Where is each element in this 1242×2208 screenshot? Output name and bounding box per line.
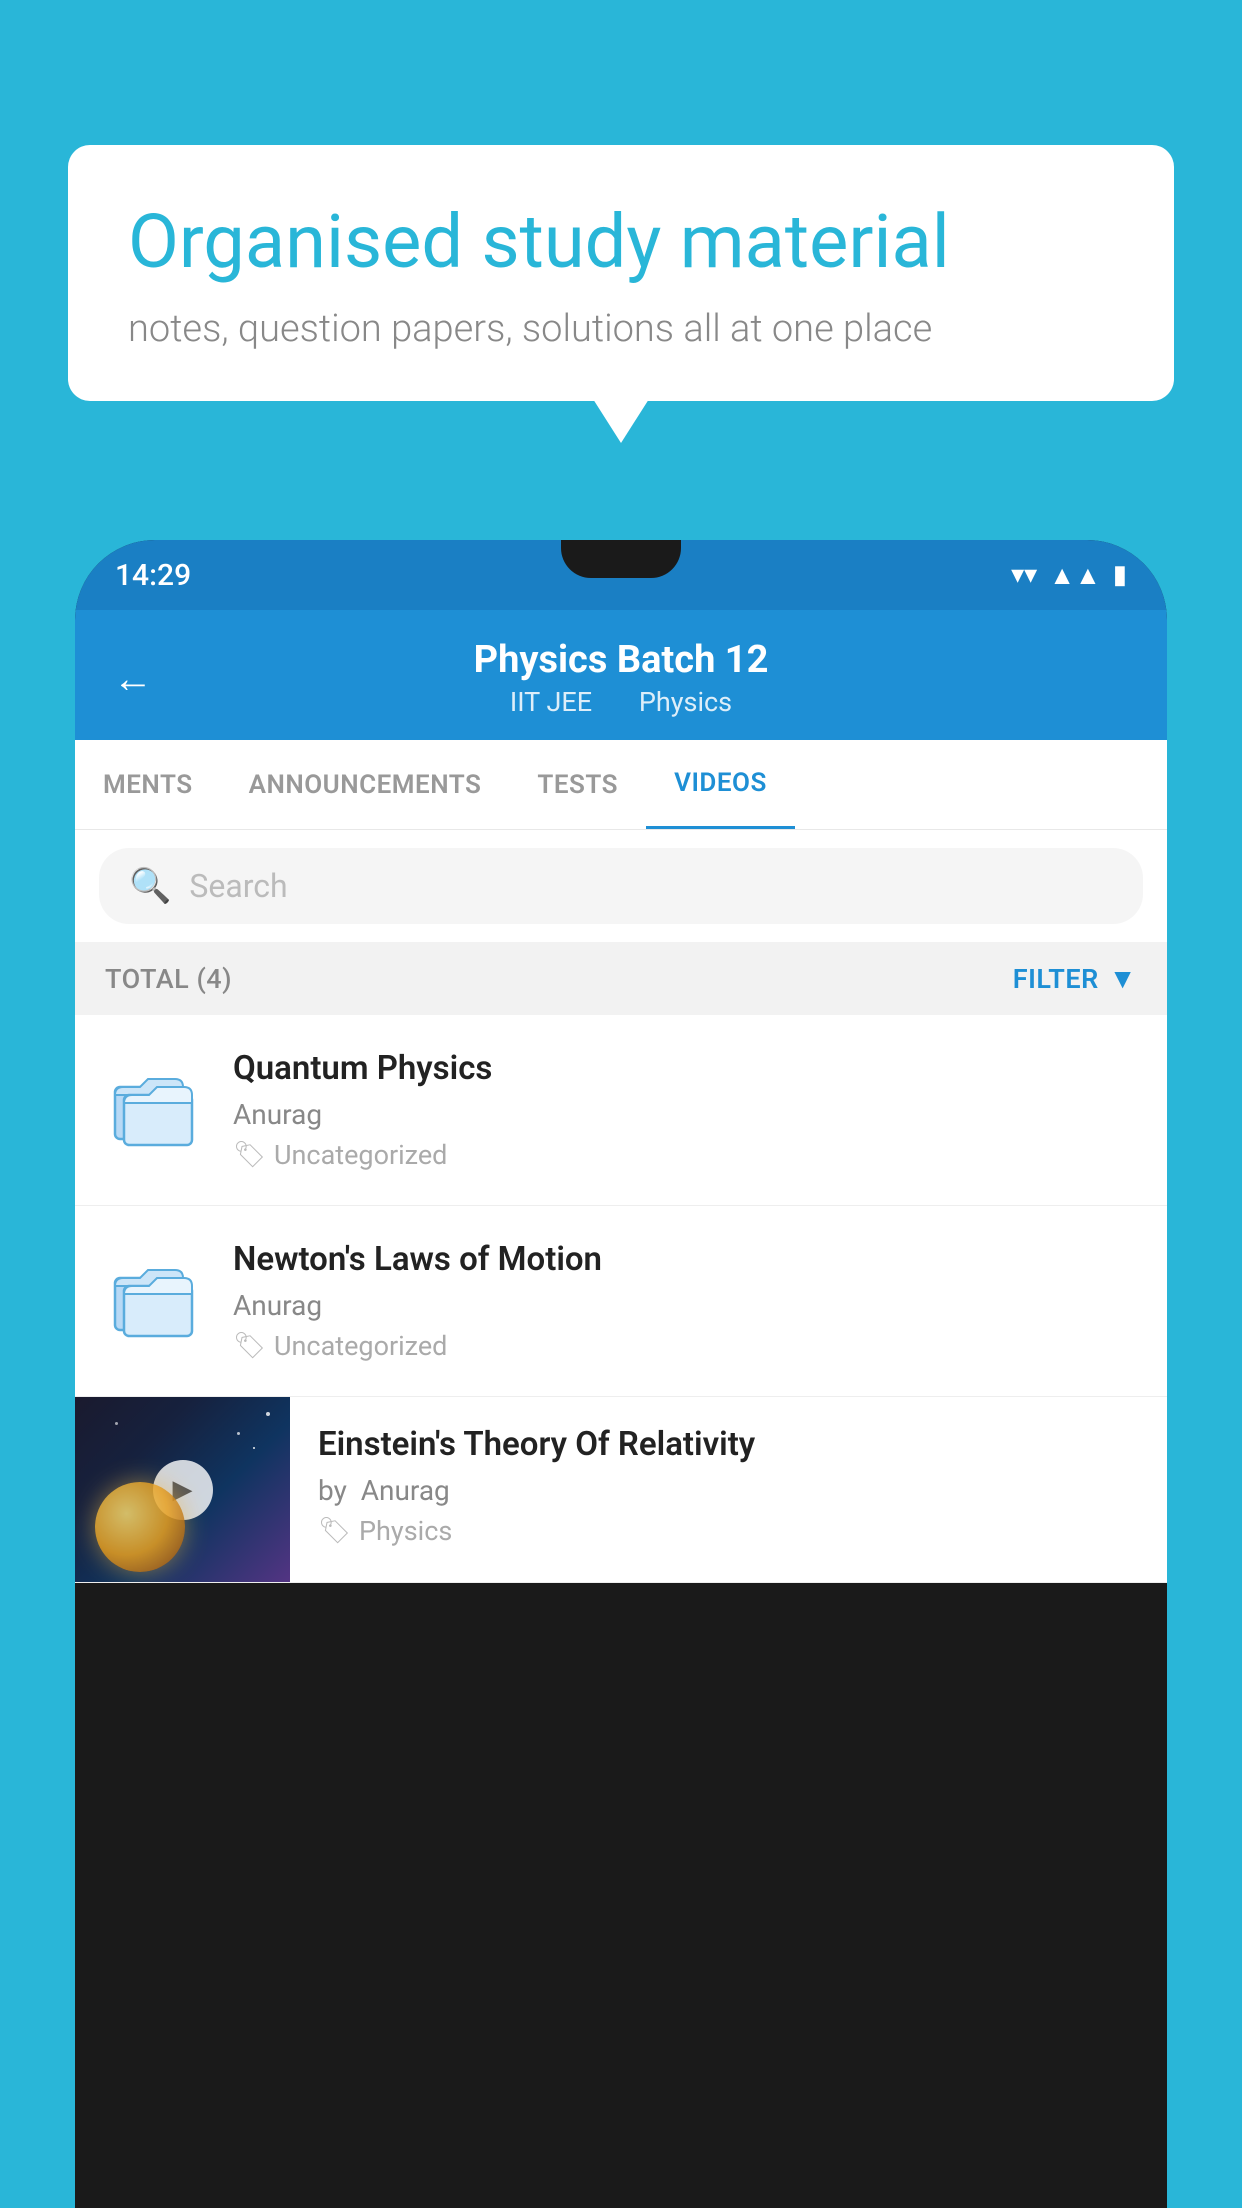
search-container: 🔍 Search [75, 830, 1167, 942]
speech-bubble-container: Organised study material notes, question… [68, 145, 1174, 401]
notch [561, 540, 681, 578]
tag-icon-1: 🏷 [233, 1140, 266, 1170]
back-button[interactable]: ← [113, 655, 153, 702]
video-author-2: Anurag [233, 1289, 1137, 1322]
filter-label: FILTER [1013, 963, 1099, 995]
video-tag-2: 🏷 Uncategorized [233, 1330, 1137, 1362]
phone-frame: 14:29 ▾▾ ▲▲ ▮ ← Physics Batch 12 IIT JEE… [75, 540, 1167, 2208]
subtext: notes, question papers, solutions all at… [128, 307, 1114, 351]
tabs-bar: MENTS ANNOUNCEMENTS TESTS VIDEOS [75, 740, 1167, 830]
status-time: 14:29 [115, 558, 191, 593]
video-info-1: Quantum Physics Anurag 🏷 Uncategorized [233, 1049, 1137, 1171]
subtitle-part1: IIT JEE [510, 686, 592, 718]
filter-row: TOTAL (4) FILTER ▼ [75, 942, 1167, 1015]
filter-icon: ▼ [1109, 962, 1137, 995]
video-tag-3: 🏷 Physics [318, 1515, 1139, 1547]
status-bar: 14:29 ▾▾ ▲▲ ▮ [75, 540, 1167, 610]
header-title-block: Physics Batch 12 IIT JEE Physics [474, 638, 769, 718]
tag-icon-3: 🏷 [318, 1516, 351, 1546]
tab-videos[interactable]: VIDEOS [646, 740, 795, 829]
headline: Organised study material [128, 200, 1114, 285]
tag-label-1: Uncategorized [274, 1139, 447, 1171]
header-title: Physics Batch 12 [474, 638, 769, 682]
video-info-3: Einstein's Theory Of Relativity by Anura… [290, 1397, 1167, 1575]
planet-decoration [95, 1482, 185, 1572]
video-list: Quantum Physics Anurag 🏷 Uncategorized [75, 1015, 1167, 1583]
battery-icon: ▮ [1113, 560, 1127, 590]
video-tag-1: 🏷 Uncategorized [233, 1139, 1137, 1171]
total-label: TOTAL (4) [105, 963, 232, 995]
wifi-icon: ▾▾ [1011, 560, 1037, 590]
video-thumbnail-3: ▶ [75, 1397, 290, 1582]
list-item[interactable]: ▶ Einstein's Theory Of Relativity by Anu… [75, 1397, 1167, 1583]
video-title-3: Einstein's Theory Of Relativity [318, 1425, 1139, 1464]
video-author-1: Anurag [233, 1098, 1137, 1131]
tag-label-2: Uncategorized [274, 1330, 447, 1362]
video-info-2: Newton's Laws of Motion Anurag 🏷 Uncateg… [233, 1240, 1137, 1362]
tag-icon-2: 🏷 [233, 1331, 266, 1361]
tab-tests[interactable]: TESTS [509, 742, 646, 828]
video-folder-icon-1 [105, 1049, 205, 1159]
header-subtitle: IIT JEE Physics [474, 686, 769, 718]
author-prefix-3: by [318, 1474, 347, 1507]
app-header: ← Physics Batch 12 IIT JEE Physics [75, 610, 1167, 740]
video-title-2: Newton's Laws of Motion [233, 1240, 1137, 1279]
search-placeholder: Search [189, 867, 287, 905]
subtitle-part2: Physics [639, 686, 732, 718]
video-title-1: Quantum Physics [233, 1049, 1137, 1088]
search-bar[interactable]: 🔍 Search [99, 848, 1143, 924]
video-folder-icon-2 [105, 1240, 205, 1350]
tab-ments[interactable]: MENTS [75, 742, 221, 828]
video-author-3: by Anurag [318, 1474, 1139, 1507]
speech-bubble: Organised study material notes, question… [68, 145, 1174, 401]
status-icons: ▾▾ ▲▲ ▮ [1011, 560, 1127, 591]
signal-icon: ▲▲ [1049, 560, 1100, 591]
list-item[interactable]: Quantum Physics Anurag 🏷 Uncategorized [75, 1015, 1167, 1206]
tab-announcements[interactable]: ANNOUNCEMENTS [221, 742, 510, 828]
list-item[interactable]: Newton's Laws of Motion Anurag 🏷 Uncateg… [75, 1206, 1167, 1397]
search-icon: 🔍 [129, 866, 171, 906]
author-name-3: Anurag [361, 1474, 450, 1507]
tag-label-3: Physics [359, 1515, 452, 1547]
filter-button[interactable]: FILTER ▼ [1013, 962, 1137, 995]
